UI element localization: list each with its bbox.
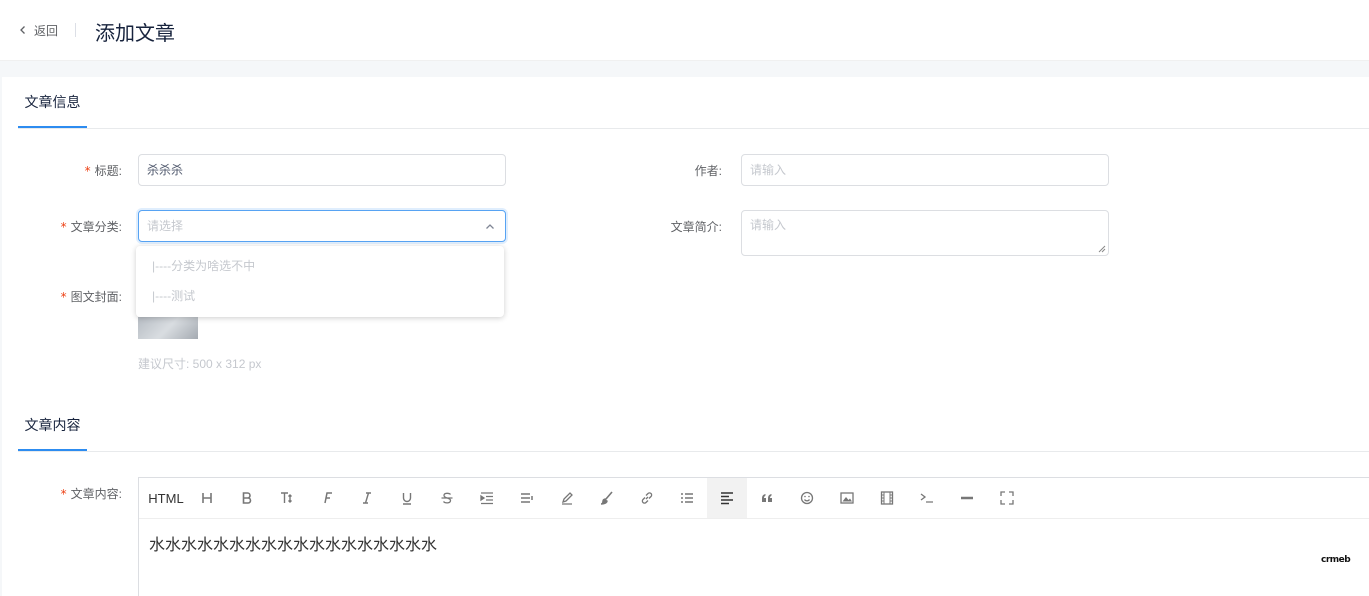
link-icon[interactable] — [627, 478, 667, 518]
background-color-icon[interactable] — [587, 478, 627, 518]
summary-placeholder: 请输入 — [750, 218, 787, 232]
resize-handle-icon[interactable] — [1098, 245, 1106, 253]
title-label: * 标题: — [2, 162, 122, 179]
heading-icon[interactable] — [187, 478, 227, 518]
crmeb-logo: crmeb — [1321, 555, 1351, 565]
section-divider — [18, 451, 1369, 452]
page-title: 添加文章 — [95, 23, 175, 45]
title-input[interactable]: 杀杀杀 — [138, 154, 506, 186]
bold-icon[interactable] — [227, 478, 267, 518]
indent-icon[interactable] — [467, 478, 507, 518]
content-label: * 文章内容: — [2, 485, 122, 502]
form-card: 文章信息 * 标题: 杀杀杀 作者: 请输入 * 文章分类: 请选择 文章简介: 请… — [2, 77, 1369, 596]
tab-article-content[interactable]: 文章内容 — [18, 400, 87, 451]
category-select[interactable]: 请选择 — [138, 210, 506, 242]
tab-article-info[interactable]: 文章信息 — [18, 77, 87, 128]
back-label: 返回 — [34, 23, 59, 38]
image-icon[interactable] — [827, 478, 867, 518]
editor-toolbar: HTML — [139, 478, 1369, 519]
font-size-icon[interactable] — [267, 478, 307, 518]
italic-icon[interactable] — [347, 478, 387, 518]
list-icon[interactable] — [667, 478, 707, 518]
page-header: 返回 添加文章 — [0, 0, 1369, 61]
video-icon[interactable] — [867, 478, 907, 518]
rich-text-editor[interactable]: HTML 水水水水水水水水水水水水水水水水水水 — [138, 477, 1369, 596]
editor-content[interactable]: 水水水水水水水水水水水水水水水水水水 — [149, 531, 437, 555]
font-color-icon[interactable] — [547, 478, 587, 518]
divider-icon[interactable] — [947, 478, 987, 518]
title-label-text: 标题: — [94, 164, 122, 178]
fullscreen-icon[interactable] — [987, 478, 1027, 518]
author-input[interactable]: 请输入 — [741, 154, 1109, 186]
category-label-text: 文章分类: — [70, 220, 122, 234]
code-icon[interactable] — [907, 478, 947, 518]
font-family-icon[interactable] — [307, 478, 347, 518]
chevron-up-icon — [486, 224, 494, 229]
category-placeholder: 请选择 — [147, 219, 184, 233]
section-divider — [18, 128, 1369, 129]
underline-icon[interactable] — [387, 478, 427, 518]
line-height-icon[interactable] — [507, 478, 547, 518]
back-button[interactable]: 返回 — [18, 20, 58, 40]
cover-label: * 图文封面: — [2, 288, 122, 305]
content-label-text: 文章内容: — [70, 487, 122, 501]
align-icon[interactable] — [707, 478, 747, 518]
emoticon-icon[interactable] — [787, 478, 827, 518]
header-divider — [75, 23, 76, 37]
required-mark: * — [60, 290, 67, 304]
category-option[interactable]: |----分类为啥选不中 — [136, 251, 504, 281]
cover-label-text: 图文封面: — [70, 290, 122, 304]
quote-icon[interactable] — [747, 478, 787, 518]
strikethrough-icon[interactable] — [427, 478, 467, 518]
required-mark: * — [60, 487, 67, 501]
required-mark: * — [60, 220, 67, 234]
author-label: 作者: — [694, 164, 722, 178]
summary-label: 文章简介: — [670, 220, 722, 234]
html-mode-button[interactable]: HTML — [145, 478, 187, 518]
category-option[interactable]: |----测试 — [136, 281, 504, 311]
chevron-left-icon — [20, 26, 25, 34]
required-mark: * — [84, 164, 91, 178]
category-dropdown: |----分类为啥选不中 |----测试 — [136, 246, 504, 317]
summary-textarea[interactable]: 请输入 — [741, 210, 1109, 256]
category-label: * 文章分类: — [2, 218, 122, 235]
cover-image[interactable] — [138, 317, 198, 339]
cover-size-hint: 建议尺寸: 500 x 312 px — [138, 357, 262, 371]
